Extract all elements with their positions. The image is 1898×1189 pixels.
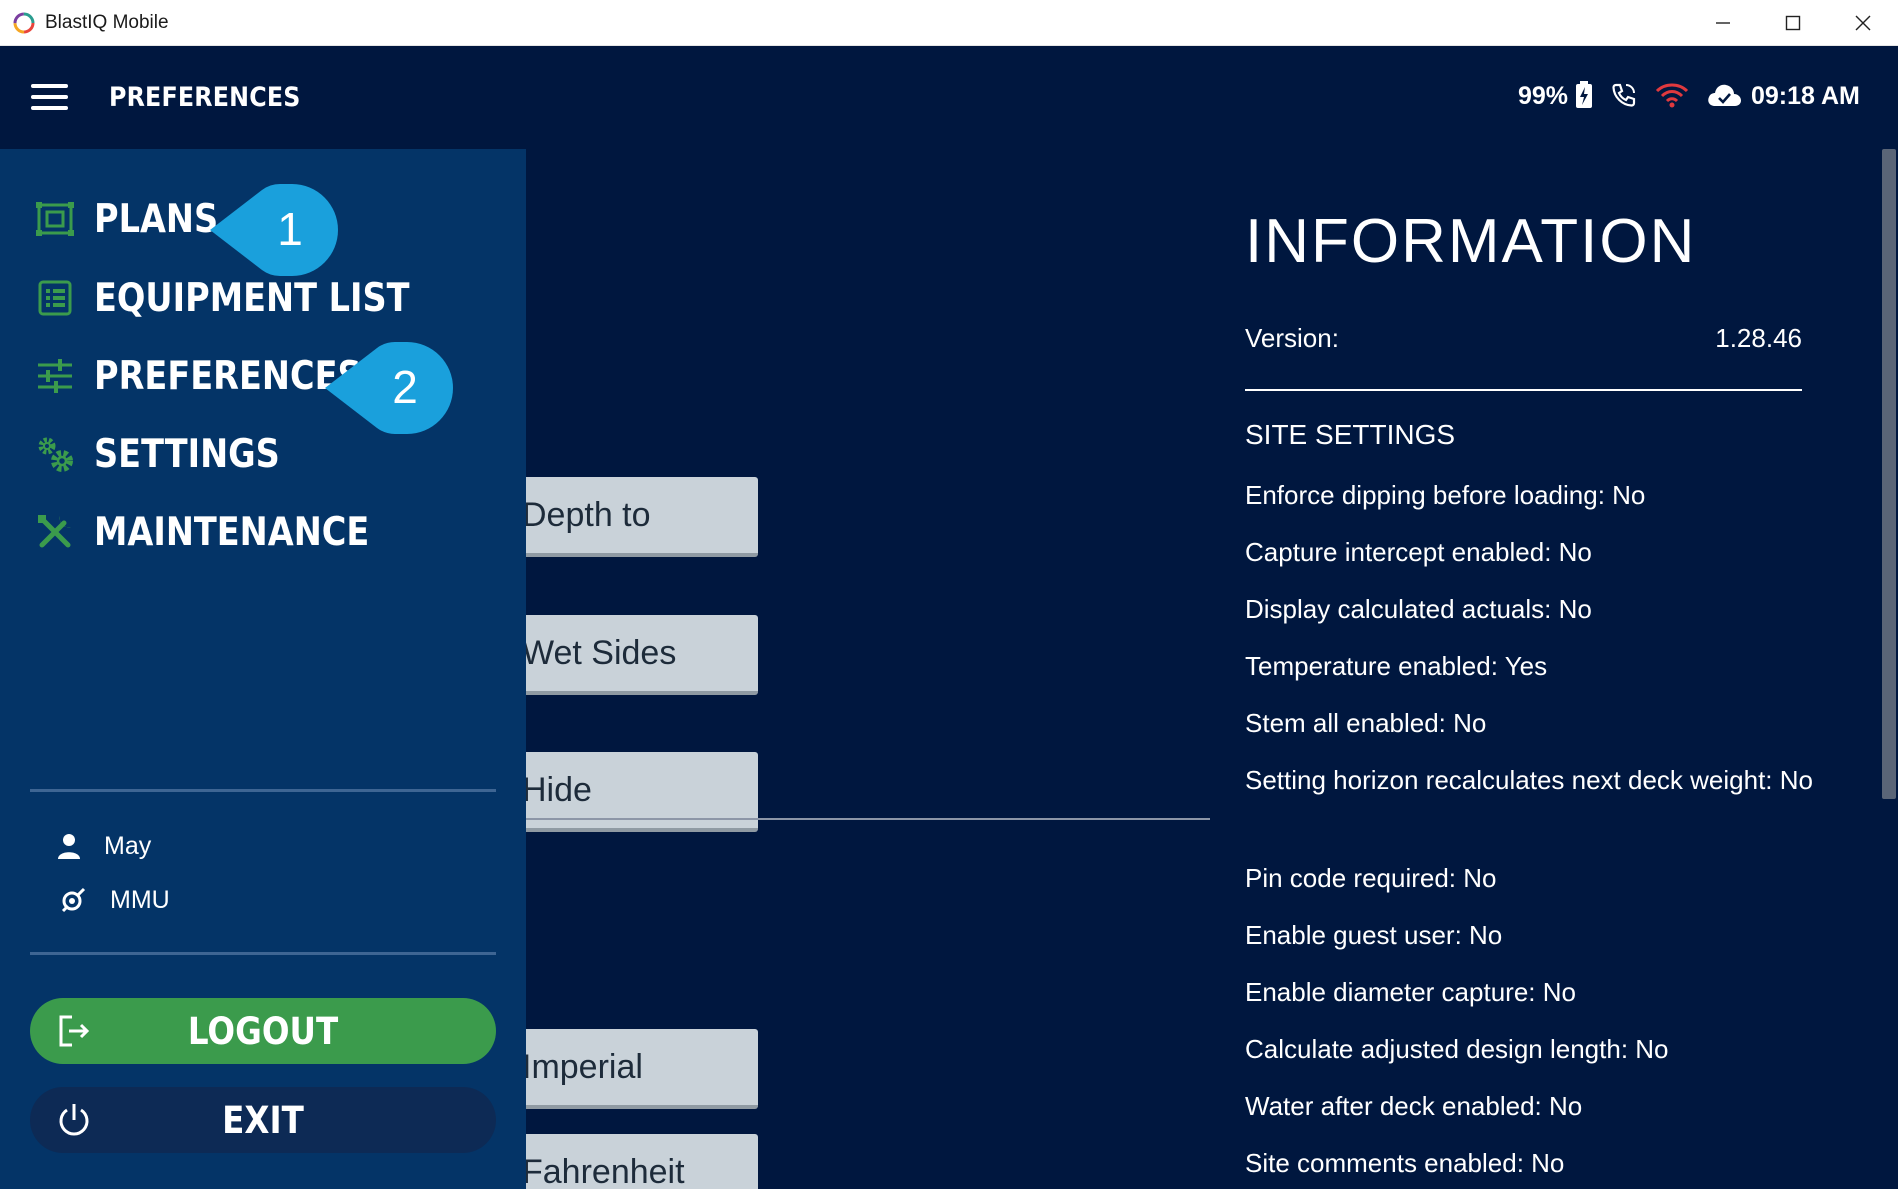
nav-label: PLANS (94, 196, 219, 242)
setting-item: Calculate adjusted design length: No (1245, 1034, 1669, 1064)
setting-item: Capture intercept enabled: No (1245, 537, 1592, 567)
callout-badge: 1 (210, 184, 338, 276)
app-logo-icon (13, 12, 35, 34)
maximize-button[interactable] (1758, 0, 1828, 46)
drawer-divider (30, 789, 496, 792)
user-row: May (58, 830, 151, 862)
preference-button-label: Fahrenheit (522, 1152, 685, 1189)
app-body: PREFERENCES 99% 09:18 AM Depth to Wet Si… (0, 46, 1898, 1189)
setting-item: Setting horizon recalculates next deck w… (1245, 765, 1813, 795)
preference-button-temperature[interactable]: Fahrenheit (490, 1134, 758, 1189)
setting-item: Pin code required: No (1245, 863, 1497, 893)
setting-item: Enable guest user: No (1245, 920, 1503, 950)
preference-button-hide[interactable]: Hide (490, 752, 758, 832)
maximize-icon (1785, 15, 1801, 31)
minimize-button[interactable] (1688, 0, 1758, 46)
menu-icon[interactable] (31, 84, 68, 110)
site-icon (61, 887, 86, 913)
preference-button-units[interactable]: Imperial (490, 1029, 758, 1109)
preference-button-label: Wet Sides (522, 633, 677, 672)
site-row: MMU (58, 884, 170, 916)
setting-item: Enable diameter capture: No (1245, 977, 1576, 1007)
exit-label: EXIT (222, 1099, 304, 1142)
preference-button-label: Imperial (522, 1047, 643, 1086)
nav-label: EQUIPMENT LIST (94, 275, 410, 321)
list-icon (34, 277, 76, 319)
setting-item: Enforce dipping before loading: No (1245, 480, 1646, 510)
preference-button-label: Hide (522, 770, 592, 809)
setting-item: Display calculated actuals: No (1245, 594, 1592, 624)
drawer-divider (30, 952, 496, 955)
nav-item-equipment-list[interactable]: EQUIPMENT LIST (34, 273, 461, 323)
information-title: INFORMATION (1245, 207, 1697, 276)
gears-icon (34, 433, 76, 475)
window-title: BlastIQ Mobile (45, 12, 169, 33)
navigation-drawer: PLANS 1 EQUIPMENT LIST PREFERENCES 2 SET… (0, 149, 526, 1189)
logout-button[interactable]: LOGOUT (30, 998, 496, 1064)
close-button[interactable] (1828, 0, 1898, 46)
site-settings-title: SITE SETTINGS (1245, 419, 1456, 450)
callout-badge: 2 (325, 342, 453, 434)
version-value: 1.28.46 (1715, 323, 1802, 353)
battery-percent: 99% (1518, 82, 1569, 110)
preference-button-label: Depth to (522, 495, 651, 534)
info-divider (1245, 389, 1802, 391)
minimize-icon (1716, 22, 1730, 24)
site-name: MMU (110, 885, 170, 914)
sliders-icon (34, 355, 76, 397)
nav-label: SETTINGS (94, 431, 280, 477)
setting-item: Stem all enabled: No (1245, 708, 1487, 738)
version-row: Version: 1.28.46 (1245, 323, 1802, 354)
setting-item: Temperature enabled: Yes (1245, 651, 1548, 681)
setting-item: Water after deck enabled: No (1245, 1091, 1583, 1121)
content-divider (520, 818, 1210, 820)
nav-label: PREFERENCES (94, 353, 362, 399)
window-titlebar: BlastIQ Mobile (0, 0, 1898, 46)
setting-item: Site comments enabled: No (1245, 1148, 1565, 1178)
app-bar: PREFERENCES 99% 09:18 AM (0, 46, 1898, 149)
preference-button-depth[interactable]: Depth to (490, 477, 758, 557)
battery-charging-icon (1576, 81, 1592, 108)
tools-icon (34, 511, 76, 553)
user-icon (58, 834, 80, 859)
nav-label: MAINTENANCE (94, 509, 370, 555)
nav-item-maintenance[interactable]: MAINTENANCE (34, 507, 414, 557)
phone-icon (1612, 83, 1636, 107)
version-label: Version: (1245, 323, 1339, 353)
preference-button-wet-sides[interactable]: Wet Sides (490, 615, 758, 695)
logout-label: LOGOUT (187, 1010, 339, 1053)
nav-item-plans[interactable]: PLANS (34, 194, 238, 244)
exit-button[interactable]: EXIT (30, 1087, 496, 1153)
plans-icon (34, 198, 76, 240)
close-icon (1855, 15, 1871, 31)
callout-number: 2 (392, 361, 418, 413)
cloud-done-icon (1708, 84, 1741, 106)
user-name: May (104, 831, 152, 860)
wifi-icon (1655, 83, 1689, 108)
scrollbar-thumb[interactable] (1882, 149, 1896, 799)
clock: 09:18 AM (1751, 82, 1860, 110)
page-title: PREFERENCES (109, 82, 301, 113)
nav-item-settings[interactable]: SETTINGS (34, 429, 310, 479)
callout-number: 1 (277, 203, 303, 255)
